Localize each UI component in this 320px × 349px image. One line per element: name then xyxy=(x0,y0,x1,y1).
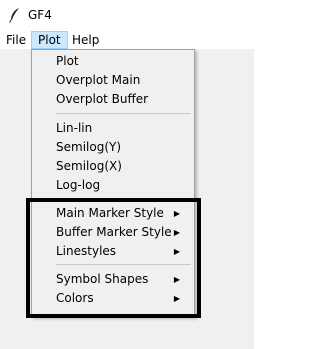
plot-dropdown-menu: Plot Overplot Main Overplot Buffer Lin-l… xyxy=(31,49,195,317)
menu-item-label: Symbol Shapes xyxy=(56,272,149,286)
submenu-arrow-icon: ▶ xyxy=(173,275,180,284)
menu-item-label: Plot xyxy=(56,54,79,68)
menu-file[interactable]: File xyxy=(0,31,32,49)
menu-separator xyxy=(56,264,191,265)
submenu-arrow-icon: ▶ xyxy=(173,228,180,237)
menu-separator xyxy=(56,199,191,200)
menu-item-log-log[interactable]: Log-log xyxy=(34,176,192,195)
menu-item-label: Main Marker Style xyxy=(56,206,164,220)
menu-item-colors[interactable]: Colors ▶ xyxy=(34,289,192,308)
menu-separator xyxy=(56,113,191,114)
menu-item-label: Semilog(X) xyxy=(56,159,122,173)
menu-item-buffer-marker-style[interactable]: Buffer Marker Style ▶ xyxy=(34,223,192,242)
menu-item-label: Colors xyxy=(56,291,94,305)
menu-item-semilog-x[interactable]: Semilog(X) xyxy=(34,157,192,176)
menu-item-label: Lin-lin xyxy=(56,121,93,135)
title-bar: GF4 xyxy=(0,0,254,31)
menu-item-label: Log-log xyxy=(56,178,101,192)
menu-item-label: Overplot Buffer xyxy=(56,92,149,106)
menu-item-label: Buffer Marker Style xyxy=(56,225,172,239)
menu-item-lin-lin[interactable]: Lin-lin xyxy=(34,119,192,138)
window-title: GF4 xyxy=(28,8,52,22)
menu-plot[interactable]: Plot xyxy=(31,31,68,49)
menu-item-overplot-main[interactable]: Overplot Main xyxy=(34,71,192,90)
menu-item-label: Semilog(Y) xyxy=(56,140,122,154)
app-window: GF4 File Plot Help Plot Overplot Main Ov… xyxy=(0,0,254,349)
menu-item-label: Overplot Main xyxy=(56,73,141,87)
feather-icon xyxy=(9,8,19,23)
menu-item-semilog-y[interactable]: Semilog(Y) xyxy=(34,138,192,157)
menu-help[interactable]: Help xyxy=(66,31,105,49)
menu-item-overplot-buffer[interactable]: Overplot Buffer xyxy=(34,90,192,109)
menu-item-label: Linestyles xyxy=(56,244,117,258)
menu-item-plot[interactable]: Plot xyxy=(34,52,192,71)
menu-item-symbol-shapes[interactable]: Symbol Shapes ▶ xyxy=(34,270,192,289)
submenu-arrow-icon: ▶ xyxy=(173,294,180,303)
submenu-arrow-icon: ▶ xyxy=(173,209,180,218)
submenu-arrow-icon: ▶ xyxy=(173,247,180,256)
menu-item-linestyles[interactable]: Linestyles ▶ xyxy=(34,242,192,261)
menu-item-main-marker-style[interactable]: Main Marker Style ▶ xyxy=(34,204,192,223)
menu-bar: File Plot Help xyxy=(0,31,254,49)
